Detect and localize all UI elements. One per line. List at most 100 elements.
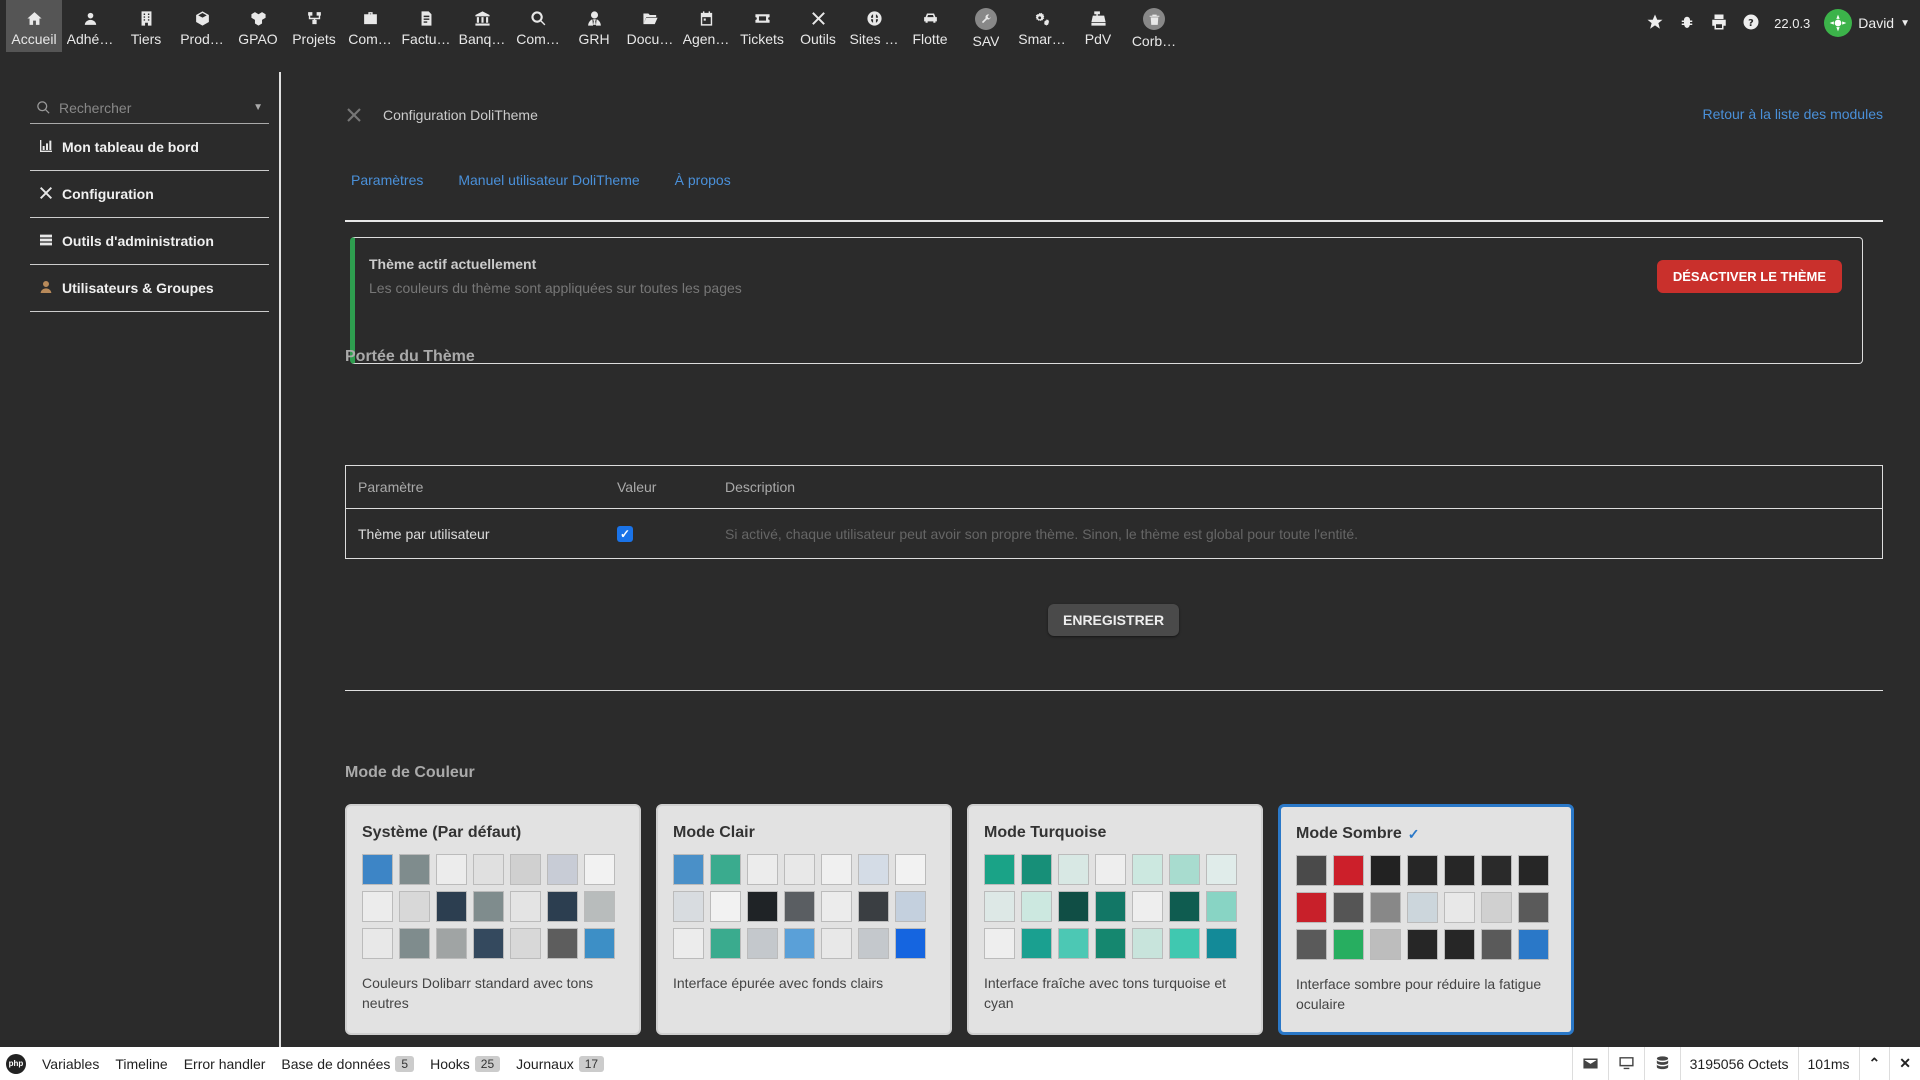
color-swatch: [547, 891, 578, 922]
color-swatch: [1296, 929, 1327, 960]
save-button[interactable]: ENREGISTRER: [1048, 604, 1180, 636]
color-swatch: [1169, 891, 1200, 922]
tab-parametres[interactable]: Paramètres: [351, 172, 423, 188]
caret-down-icon[interactable]: ▼: [253, 102, 263, 113]
menu-item-13[interactable]: Tickets: [734, 0, 790, 52]
swatch-grid: [1296, 855, 1556, 960]
help-icon[interactable]: ?: [1742, 13, 1760, 34]
sidebar-item-1[interactable]: Configuration: [30, 171, 269, 218]
table-row: Thème par utilisateur ✓ Si activé, chaqu…: [346, 509, 1882, 559]
debug-bug-icon[interactable]: [1678, 13, 1696, 34]
sidebar-item-2[interactable]: Outils d'administration: [30, 218, 269, 265]
color-swatch: [399, 891, 430, 922]
user-tie-icon: [584, 8, 604, 28]
menu-item-5[interactable]: Projets: [286, 0, 342, 52]
request-time: 101ms: [1797, 1047, 1859, 1080]
color-swatch: [1095, 854, 1126, 885]
color-swatch: [747, 928, 778, 959]
menu-item-9[interactable]: Com…: [510, 0, 566, 52]
debug-tab-0[interactable]: Variables: [34, 1056, 107, 1072]
sidebar-item-0[interactable]: Mon tableau de bord: [30, 124, 269, 171]
left-sidebar: Rechercher ▼ Mon tableau de bord Configur…: [20, 72, 281, 1047]
close-icon[interactable]: ✕: [1889, 1047, 1920, 1080]
page-title: Configuration DoliTheme: [383, 107, 538, 123]
debug-tab-1[interactable]: Timeline: [107, 1056, 175, 1072]
database-icon[interactable]: [1643, 1047, 1680, 1080]
deactivate-theme-button[interactable]: DÉSACTIVER LE THÈME: [1656, 260, 1842, 293]
bookmark-star-icon[interactable]: [1646, 13, 1664, 34]
header-valeur: Valeur: [617, 479, 657, 495]
menu-item-label: PdV: [1084, 31, 1112, 47]
php-logo-icon[interactable]: php: [6, 1053, 26, 1074]
menu-item-18[interactable]: Smar…: [1014, 0, 1070, 52]
user-menu[interactable]: David ▼: [1824, 9, 1910, 37]
debug-tab-label: Variables: [42, 1055, 100, 1072]
color-swatch: [436, 854, 467, 885]
menu-item-19[interactable]: PdV: [1070, 0, 1126, 52]
back-to-modules-link[interactable]: Retour à la liste des modules: [1702, 106, 1883, 122]
color-swatch: [1481, 855, 1512, 886]
color-swatch: [1132, 891, 1163, 922]
menu-item-6[interactable]: Com…: [342, 0, 398, 52]
debug-tab-5[interactable]: Journaux 17: [508, 1055, 612, 1072]
menu-item-label: Tiers: [130, 31, 162, 47]
cubes-icon: [248, 8, 268, 28]
mail-icon[interactable]: [1571, 1047, 1608, 1080]
color-mode-card[interactable]: Mode Clair Interface épurée avec fonds cl…: [656, 804, 952, 1035]
color-swatch: [584, 891, 615, 922]
sidebar-search[interactable]: Rechercher ▼: [30, 92, 269, 124]
color-swatch: [895, 928, 926, 959]
color-swatch: [747, 854, 778, 885]
wrench-icon: [975, 8, 997, 30]
tools-icon: [808, 8, 828, 28]
search-input[interactable]: Rechercher: [59, 100, 131, 116]
menu-item-3[interactable]: Prod…: [174, 0, 230, 52]
menu-item-12[interactable]: Agen…: [678, 0, 734, 52]
debug-tab-2[interactable]: Error handler: [176, 1056, 274, 1072]
menu-item-4[interactable]: GPAO: [230, 0, 286, 52]
chevron-up-icon[interactable]: ⌃: [1858, 1047, 1890, 1080]
menu-item-15[interactable]: Sites …: [846, 0, 902, 52]
active-theme-description: Les couleurs du thème sont appliquées su…: [369, 280, 742, 296]
monitor-icon[interactable]: [1607, 1047, 1644, 1080]
menu-item-2[interactable]: Tiers: [118, 0, 174, 52]
debug-tab-4[interactable]: Hooks 25: [422, 1055, 508, 1072]
menu-item-7[interactable]: Factu…: [398, 0, 454, 52]
color-swatch: [784, 891, 815, 922]
color-swatch: [1444, 929, 1475, 960]
menu-item-16[interactable]: Flotte: [902, 0, 958, 52]
color-swatch: [1518, 929, 1549, 960]
color-mode-card[interactable]: Système (Par défaut) Couleurs Dolibarr st…: [345, 804, 641, 1035]
tab-manuel[interactable]: Manuel utilisateur DoliTheme: [458, 172, 639, 188]
menu-item-label: Corb…: [1131, 33, 1177, 49]
sidebar-item-3[interactable]: Utilisateurs & Groupes: [30, 265, 269, 312]
color-swatch: [1058, 891, 1089, 922]
svg-text:?: ?: [1748, 17, 1754, 28]
debug-tab-3[interactable]: Base de données 5: [273, 1055, 422, 1072]
tab-a-propos[interactable]: À propos: [675, 172, 731, 188]
card-title: Mode Clair: [673, 824, 755, 841]
cogs-icon: [1032, 8, 1052, 28]
menu-item-label: Com…: [348, 31, 392, 47]
menu-item-10[interactable]: GRH: [566, 0, 622, 52]
menu-item-label: Banq…: [458, 31, 506, 47]
search-dollar-icon: [528, 8, 548, 28]
sidebar-item-label: Configuration: [62, 186, 154, 202]
color-swatch: [584, 854, 615, 885]
color-swatch: [1206, 854, 1237, 885]
menu-item-17[interactable]: SAV: [958, 0, 1014, 52]
menu-item-1[interactable]: Adhé…: [62, 0, 118, 52]
color-mode-card[interactable]: Mode Sombre ✓ Interface sombre pour réduir…: [1278, 804, 1574, 1035]
menu-item-8[interactable]: Banq…: [454, 0, 510, 52]
menu-item-label: Tickets: [740, 31, 784, 47]
menu-item-11[interactable]: Docu…: [622, 0, 678, 52]
print-icon[interactable]: [1710, 13, 1728, 34]
color-swatch: [1518, 855, 1549, 886]
ticket-icon: [752, 8, 772, 28]
menu-item-14[interactable]: Outils: [790, 0, 846, 52]
color-mode-card[interactable]: Mode Turquoise Interface fraîche avec ton…: [967, 804, 1263, 1035]
theme-per-user-checkbox[interactable]: ✓: [617, 526, 633, 542]
menu-item-0[interactable]: Accueil: [6, 0, 62, 52]
menu-item-20[interactable]: Corb…: [1126, 0, 1182, 52]
color-swatch: [784, 928, 815, 959]
